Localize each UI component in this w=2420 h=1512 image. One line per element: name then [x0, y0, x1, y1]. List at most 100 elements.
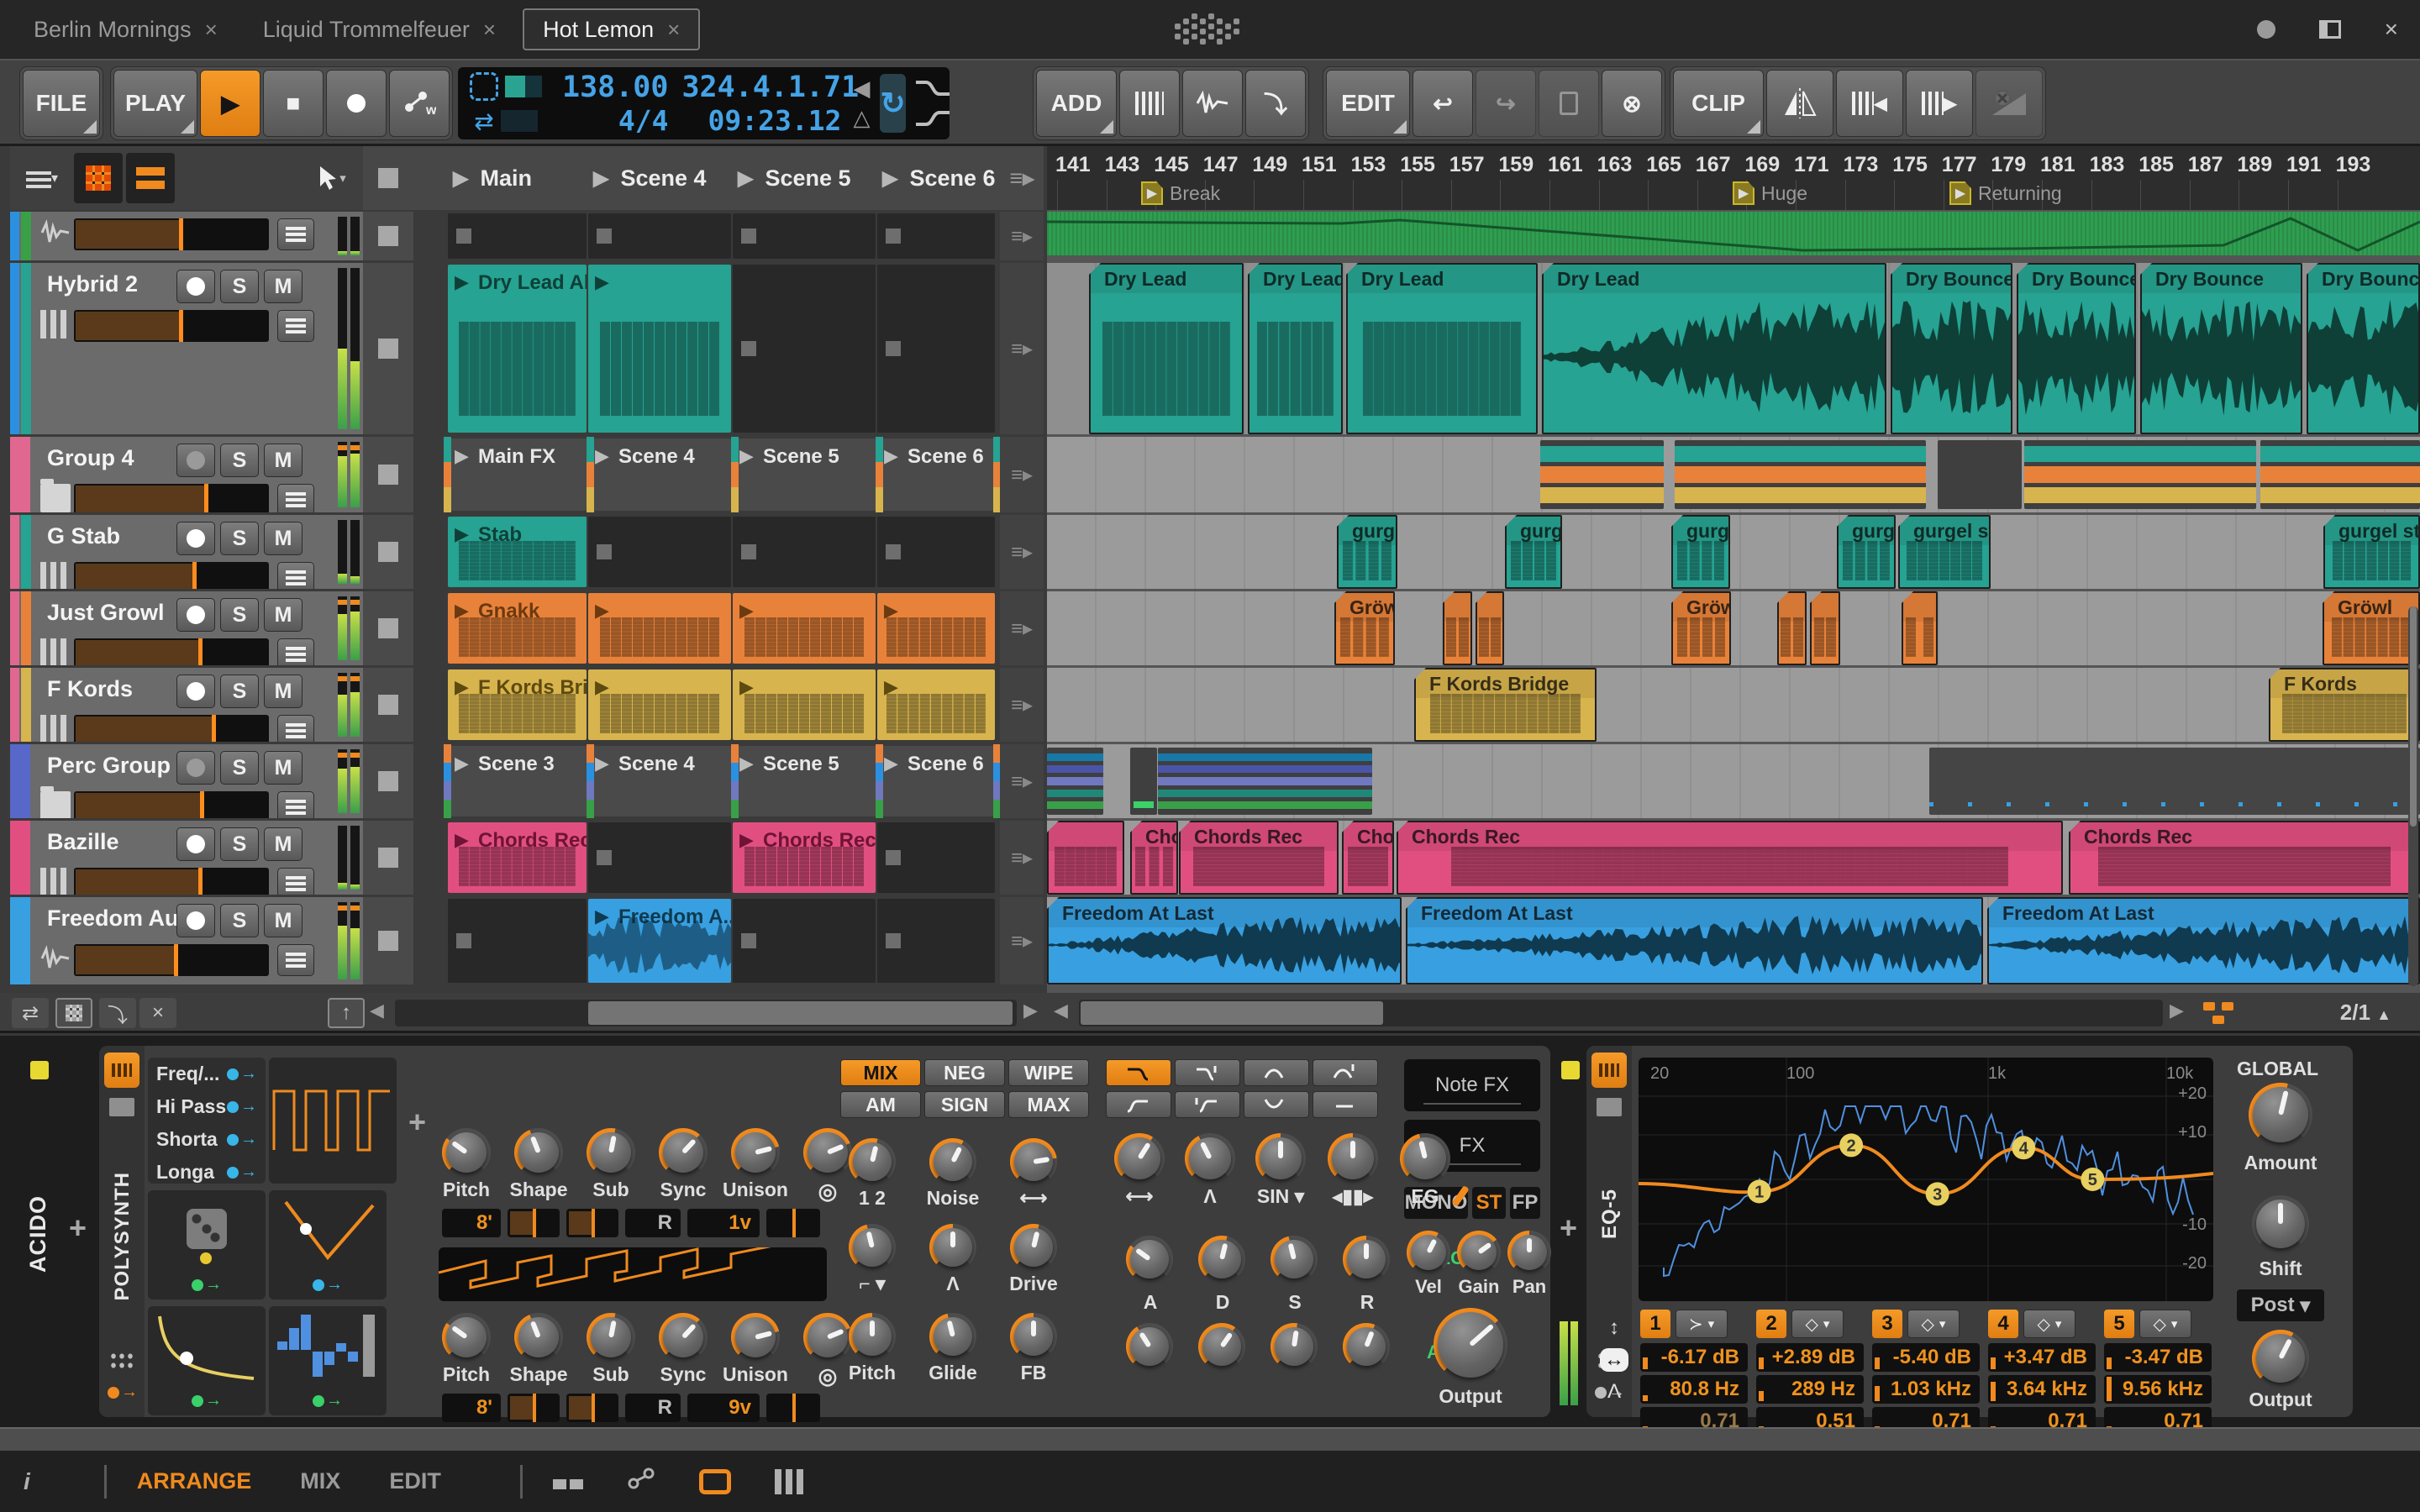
eq-freq-value[interactable]: 1.03 kHz: [1872, 1375, 1980, 1404]
scene-continue-button[interactable]: ≡▸: [1000, 821, 1044, 895]
grid-resolution-value[interactable]: 2/1: [2340, 1000, 2370, 1025]
osc-value-box[interactable]: 1v: [687, 1209, 760, 1237]
preset-browser-icon[interactable]: [1597, 1098, 1622, 1116]
clip-slot[interactable]: [733, 899, 876, 983]
solo-button[interactable]: S: [220, 444, 259, 477]
track-name[interactable]: G Stab: [47, 523, 120, 549]
osc1-wave-display[interactable]: [269, 1058, 397, 1184]
auto-scroll-button[interactable]: ↑: [328, 998, 365, 1028]
resonance-knob[interactable]: [929, 1224, 976, 1271]
polysynth-device-icon[interactable]: [104, 1053, 139, 1088]
gain-row-icon[interactable]: ↕: [1600, 1316, 1628, 1340]
osc-value-box[interactable]: 8': [442, 1394, 501, 1422]
arranger-track-row[interactable]: [1047, 744, 2420, 818]
arranger-clip[interactable]: Dry Lead: [1346, 263, 1538, 434]
osc-pitch-knob[interactable]: [442, 1128, 491, 1177]
mod-assign-arrow[interactable]: →: [313, 1391, 343, 1410]
clip-slot[interactable]: ▶Scene 5: [733, 746, 876, 816]
tab-close-icon[interactable]: ×: [667, 17, 680, 43]
osc-mix-knob[interactable]: [849, 1138, 896, 1185]
eq-band-type-selector[interactable]: ≻ ▾: [1676, 1310, 1728, 1338]
arranger-clip[interactable]: F Kords: [2269, 668, 2420, 742]
clip-slot[interactable]: [877, 265, 995, 433]
view-toggle-arrange[interactable]: ARRANGE: [137, 1468, 252, 1494]
mute-button[interactable]: M: [264, 751, 302, 785]
osc-unison-knob[interactable]: [731, 1313, 780, 1362]
feg-a-knob[interactable]: [1126, 1236, 1173, 1283]
envelope-modulator[interactable]: →: [148, 1306, 266, 1415]
arranger-clip[interactable]: [1443, 591, 1472, 665]
eq5-device-icon[interactable]: [1591, 1053, 1627, 1088]
mod-assign-arrow[interactable]: →: [192, 1391, 222, 1410]
close-icon[interactable]: ×: [2385, 16, 2398, 43]
arranger-clip[interactable]: Dry Lead: [1542, 263, 1886, 434]
mod-assign-arrow[interactable]: →: [313, 1275, 343, 1294]
mute-button[interactable]: M: [264, 598, 302, 632]
width-knob[interactable]: [1010, 1138, 1057, 1185]
clip-slot[interactable]: ▶Stab: [448, 517, 587, 587]
paste-button[interactable]: [1539, 70, 1599, 137]
clip-slot[interactable]: [877, 822, 995, 893]
track-row[interactable]: Perc GroupSM: [10, 744, 363, 818]
redo-button[interactable]: ↪: [1476, 70, 1536, 137]
track-row[interactable]: Freedom AudioSM: [10, 897, 363, 984]
track-menu-button[interactable]: [277, 484, 314, 512]
group-clip-region[interactable]: [1158, 748, 1372, 815]
arranger-track-row[interactable]: Dry LeadDry LeadDry LeadDry LeadDry Boun…: [1047, 263, 2420, 434]
add-instrument-track-button[interactable]: [1119, 70, 1180, 137]
noise-knob[interactable]: [929, 1138, 976, 1185]
group-clip-region[interactable]: [1540, 440, 1664, 509]
group-clip-region[interactable]: [2024, 440, 2256, 509]
eq-gain-value[interactable]: +2.89 dB: [1756, 1343, 1864, 1372]
pitch-knob[interactable]: [849, 1313, 896, 1360]
eq-gain-value[interactable]: -5.40 dB: [1872, 1343, 1980, 1372]
device-name[interactable]: EQ-5: [1598, 1189, 1622, 1239]
clip-slot[interactable]: ▶Dry Lead Alt: [448, 265, 587, 433]
volume-fader[interactable]: [74, 562, 269, 589]
group-clip-region[interactable]: [1047, 748, 1103, 815]
q-row-icon[interactable]: Λ: [1600, 1380, 1628, 1404]
arranger-clip[interactable]: Dry Bounce: [2017, 263, 2136, 434]
arranger-track-row[interactable]: Chords RecChords RecChords RecChords Rec…: [1047, 821, 2420, 895]
combine-mode-max[interactable]: MAX: [1008, 1091, 1089, 1118]
filter-type-lp[interactable]: [1106, 1059, 1171, 1086]
solo-button[interactable]: S: [220, 270, 259, 303]
clip-slot[interactable]: [877, 517, 995, 587]
clip-slot[interactable]: ▶Scene 4: [588, 438, 731, 511]
record-arm-button[interactable]: [176, 522, 215, 555]
loop-button[interactable]: ↻: [880, 74, 905, 133]
stop-button[interactable]: ■: [263, 70, 324, 137]
aeg-d-knob[interactable]: [1198, 1323, 1245, 1370]
clip-slot[interactable]: ▶: [877, 669, 995, 740]
clip-menu-button[interactable]: CLIP: [1673, 70, 1764, 137]
scene-continue-button[interactable]: ≡▸: [1000, 515, 1044, 589]
combine-mode-mix[interactable]: MIX: [840, 1059, 921, 1086]
record-arm-button[interactable]: [176, 675, 215, 708]
eq-freq-value[interactable]: 289 Hz: [1756, 1375, 1864, 1404]
osc-value-box[interactable]: 8': [442, 1209, 501, 1237]
grid-up-icon[interactable]: ▲: [2376, 1006, 2391, 1023]
arranger-clip[interactable]: Gröwl: [2323, 591, 2420, 665]
add-modulator-button[interactable]: +: [408, 1105, 426, 1140]
record-arm-button[interactable]: [176, 904, 215, 937]
arranger-clip[interactable]: Dry Bounce: [1891, 263, 2012, 434]
clip-slot[interactable]: [733, 213, 876, 259]
arranger-track-row[interactable]: [1047, 437, 2420, 512]
reverse-clip-button[interactable]: [1766, 70, 1833, 137]
clip-slot[interactable]: [448, 899, 587, 983]
clip-slot[interactable]: [877, 213, 995, 259]
track-row[interactable]: F KordsSM: [10, 668, 363, 742]
gain-knob[interactable]: [1457, 1231, 1501, 1274]
track-stop-cell[interactable]: [363, 437, 413, 512]
arranger-clip[interactable]: Dry Bounce: [2140, 263, 2302, 434]
arranger-clip[interactable]: Chords Rec: [1397, 821, 2063, 895]
scene-continue-button[interactable]: ≡▸: [1000, 212, 1044, 260]
eq-freq-value[interactable]: 80.8 Hz: [1640, 1375, 1748, 1404]
group-clip-region[interactable]: [1929, 748, 2420, 815]
dual-display-icon[interactable]: [553, 1468, 583, 1495]
scene-continue-button[interactable]: ≡▸: [1000, 437, 1044, 512]
track-menu-button[interactable]: [277, 218, 314, 250]
osc-value-box[interactable]: 9v: [687, 1394, 760, 1422]
eq-shift-knob[interactable]: [2252, 1195, 2309, 1252]
panel-columns-icon[interactable]: [775, 1469, 803, 1494]
